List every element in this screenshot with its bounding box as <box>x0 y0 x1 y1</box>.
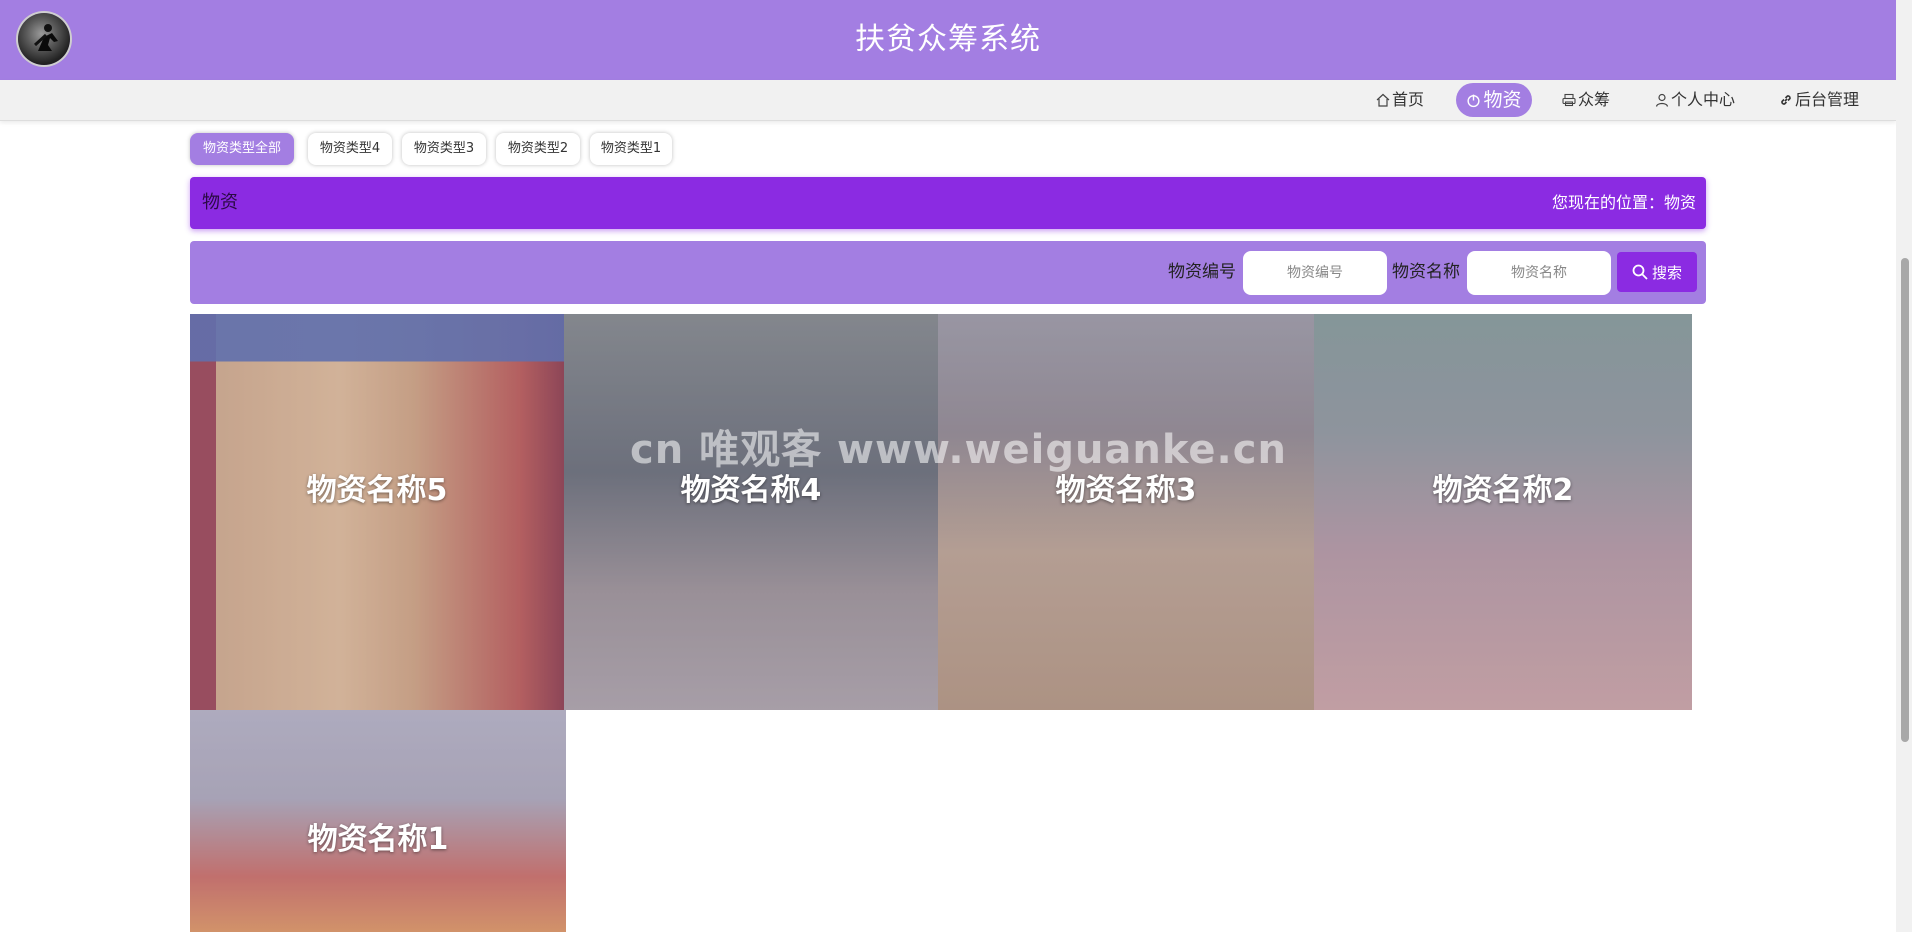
type-filter-3[interactable]: 物资类型3 <box>402 133 486 165</box>
search-button-label: 搜索 <box>1651 263 1682 282</box>
type-filter-2[interactable]: 物资类型2 <box>496 133 580 165</box>
nav-item-admin[interactable]: 后台管理 <box>1772 83 1866 117</box>
page-title: 物资 <box>202 192 238 213</box>
power-icon <box>1467 94 1481 107</box>
material-code-input[interactable] <box>1243 251 1387 295</box>
material-card-title: 物资名称4 <box>680 473 822 508</box>
search-bar: 物资编号 物资名称 搜索 <box>190 241 1706 304</box>
nav-item-label: 后台管理 <box>1794 90 1859 109</box>
nav-item-label: 物资 <box>1483 89 1522 111</box>
material-card[interactable]: 物资名称1 <box>190 710 566 932</box>
type-filter-all[interactable]: 物资类型全部 <box>190 133 294 165</box>
material-name-label: 物资名称 <box>1392 262 1460 282</box>
nav-item-label: 众筹 <box>1577 90 1610 109</box>
material-card[interactable]: 物资名称2 <box>1314 314 1692 710</box>
scrollbar-thumb[interactable] <box>1901 258 1909 742</box>
header: 扶贫众筹系统 <box>0 0 1896 80</box>
type-filter-4[interactable]: 物资类型4 <box>308 133 392 165</box>
search-icon <box>1632 264 1648 280</box>
material-name-input[interactable] <box>1467 251 1611 295</box>
material-card[interactable]: 物资名称3 <box>938 314 1314 710</box>
site-title: 扶贫众筹系统 <box>855 22 1041 57</box>
print-icon <box>1562 93 1576 107</box>
search-button[interactable]: 搜索 <box>1617 252 1697 292</box>
nav-item-home[interactable]: 首页 <box>1370 83 1430 117</box>
nav-item-crowdfund[interactable]: 众筹 <box>1556 83 1616 117</box>
type-filter-1[interactable]: 物资类型1 <box>590 133 672 165</box>
nav-item-label: 个人中心 <box>1670 90 1735 109</box>
material-card-title: 物资名称2 <box>1432 473 1574 508</box>
material-card[interactable]: 物资名称5 <box>190 314 564 710</box>
nav-item-personal-center[interactable]: 个人中心 <box>1650 83 1740 117</box>
nav-item-materials[interactable]: 物资 <box>1456 83 1532 117</box>
material-card-title: 物资名称5 <box>306 473 448 508</box>
page-title-bar: 物资 您现在的位置：物资 <box>190 177 1706 229</box>
navbar: 首页 物资 众筹 个人中心 后台管理 <box>0 80 1896 121</box>
material-code-label: 物资编号 <box>1168 262 1236 282</box>
material-card[interactable]: 物资名称4 <box>564 314 938 710</box>
home-icon <box>1376 93 1390 107</box>
user-icon <box>1655 93 1669 107</box>
nav-item-label: 首页 <box>1391 90 1424 109</box>
breadcrumb: 您现在的位置：物资 <box>1551 193 1696 212</box>
material-card-title: 物资名称1 <box>307 822 449 857</box>
link-icon <box>1781 95 1791 105</box>
material-card-title: 物资名称3 <box>1055 473 1197 508</box>
